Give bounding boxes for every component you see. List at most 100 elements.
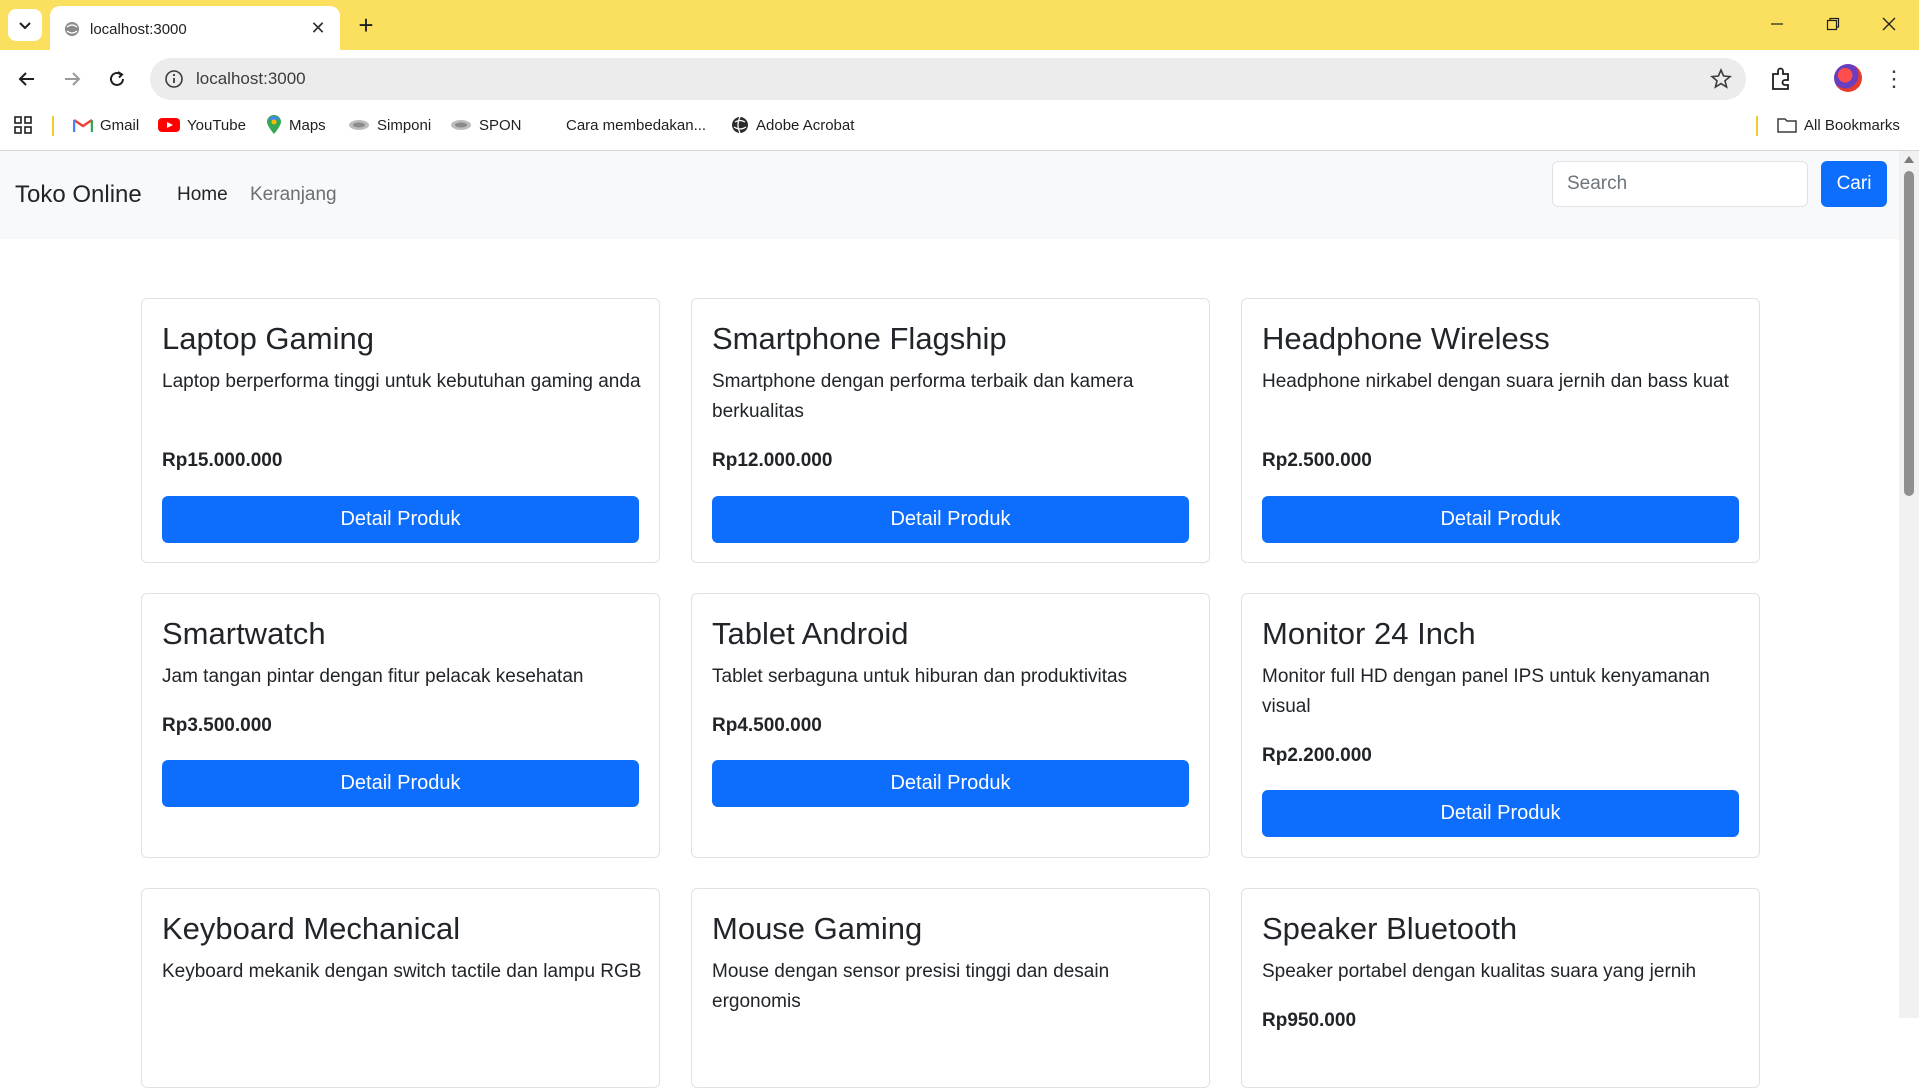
product-price: Rp950.000 xyxy=(1262,1010,1357,1031)
detail-produk-button[interactable]: Detail Produk xyxy=(1262,496,1739,543)
bookmark-label: Cara membedakan... xyxy=(566,116,707,134)
forward-button[interactable] xyxy=(57,64,87,94)
product-title: Monitor 24 Inch xyxy=(1262,616,1476,651)
site-info-icon[interactable] xyxy=(164,69,184,89)
bookmark-separator xyxy=(52,116,54,136)
bookmark-gmail[interactable]: Gmail xyxy=(73,110,139,140)
product-price: Rp15.000.000 xyxy=(162,450,283,471)
scroll-thumb[interactable] xyxy=(1904,171,1914,496)
browser-tab-bar: localhost:3000 ✕ + xyxy=(0,0,1919,50)
product-card: Monitor 24 Inch Monitor full HD dengan p… xyxy=(1241,593,1760,858)
detail-produk-button[interactable]: Detail Produk xyxy=(712,760,1189,807)
product-description: Laptop berperforma tinggi untuk kebutuha… xyxy=(162,371,641,392)
spon-icon xyxy=(451,120,471,130)
product-description: Speaker portabel dengan kualitas suara y… xyxy=(1262,961,1697,982)
bookmark-youtube[interactable]: YouTube xyxy=(158,110,246,140)
detail-produk-button[interactable]: Detail Produk xyxy=(162,496,639,543)
bookmarks-bar: Gmail YouTube Maps Simponi SPON Cara mem… xyxy=(0,110,1919,150)
gmail-icon xyxy=(73,118,93,132)
profile-avatar[interactable] xyxy=(1834,64,1862,92)
product-card: Headphone Wireless Headphone nirkabel de… xyxy=(1241,298,1760,563)
browser-tab[interactable]: localhost:3000 ✕ xyxy=(50,6,340,50)
address-bar[interactable]: localhost:3000 xyxy=(150,58,1746,100)
search-button[interactable]: Cari xyxy=(1821,161,1887,207)
youtube-icon xyxy=(158,118,180,132)
back-button[interactable] xyxy=(12,64,42,94)
detail-produk-button[interactable]: Detail Produk xyxy=(1262,790,1739,837)
bookmark-star-icon[interactable] xyxy=(1710,68,1732,90)
product-title: Headphone Wireless xyxy=(1262,321,1550,356)
brand-logo-text[interactable]: Toko Online xyxy=(15,181,142,209)
product-title: Keyboard Mechanical xyxy=(162,911,461,946)
bookmark-label: SPON xyxy=(479,116,522,134)
tab-search-button[interactable] xyxy=(8,9,42,41)
search-input[interactable] xyxy=(1552,161,1808,207)
product-price: Rp2.500.000 xyxy=(1262,450,1372,471)
reload-button[interactable] xyxy=(102,64,132,94)
product-card: Keyboard Mechanical Keyboard mekanik den… xyxy=(141,888,660,1088)
product-description: Monitor full HD dengan panel IPS untuk k… xyxy=(1262,666,1710,717)
chevron-down-icon xyxy=(19,22,31,30)
extensions-icon[interactable] xyxy=(1766,64,1796,94)
scroll-up-arrow-icon[interactable] xyxy=(1904,156,1914,163)
tab-title: localhost:3000 xyxy=(90,21,187,38)
maps-icon xyxy=(267,115,281,134)
product-card: Mouse Gaming Mouse dengan sensor presisi… xyxy=(691,888,1210,1088)
close-tab-icon[interactable]: ✕ xyxy=(308,18,328,38)
bookmark-cara-membedakan[interactable]: Cara membedakan... xyxy=(566,110,706,140)
bookmark-label: YouTube xyxy=(187,116,246,134)
product-price: Rp12.000.000 xyxy=(712,450,833,471)
browser-menu-icon[interactable]: ⋮ xyxy=(1882,64,1906,94)
product-description: Mouse dengan sensor presisi tinggi dan d… xyxy=(712,961,1110,1012)
bookmark-separator xyxy=(1756,116,1758,136)
product-description: Jam tangan pintar dengan fitur pelacak k… xyxy=(162,666,584,687)
bookmark-label: Simponi xyxy=(377,116,432,134)
product-title: Tablet Android xyxy=(712,616,909,651)
minimize-icon[interactable] xyxy=(1760,10,1794,38)
product-card: Speaker Bluetooth Speaker portabel denga… xyxy=(1241,888,1760,1088)
product-title: Smartwatch xyxy=(162,616,326,651)
simponi-icon xyxy=(349,120,369,130)
detail-produk-button[interactable]: Detail Produk xyxy=(712,496,1189,543)
arrow-right-icon xyxy=(65,72,81,86)
product-title: Mouse Gaming xyxy=(712,911,923,946)
globe-icon xyxy=(732,116,748,134)
folder-icon xyxy=(1777,118,1797,133)
product-description: Headphone nirkabel dengan suara jernih d… xyxy=(1262,371,1729,392)
product-price: Rp2.200.000 xyxy=(1262,745,1372,766)
globe-icon xyxy=(65,22,79,36)
nav-link-home[interactable]: Home xyxy=(177,184,228,206)
product-price: Rp4.500.000 xyxy=(712,715,822,736)
detail-produk-button[interactable]: Detail Produk xyxy=(162,760,639,807)
bookmark-label: Gmail xyxy=(100,116,140,134)
reload-icon xyxy=(110,71,124,86)
product-title: Smartphone Flagship xyxy=(712,321,1007,356)
product-card: Tablet Android Tablet serbaguna untuk hi… xyxy=(691,593,1210,858)
product-price: Rp3.500.000 xyxy=(162,715,272,736)
product-description: Keyboard mekanik dengan switch tactile d… xyxy=(162,961,642,982)
new-tab-button[interactable]: + xyxy=(352,12,380,40)
restore-icon[interactable] xyxy=(1816,10,1850,38)
apps-icon[interactable] xyxy=(14,110,32,140)
bookmark-label: Maps xyxy=(289,116,326,134)
product-card: Smartphone Flagship Smartphone dengan pe… xyxy=(691,298,1210,563)
site-navbar: Toko Online Home Keranjang Cari xyxy=(0,151,1899,239)
product-title: Speaker Bluetooth xyxy=(1262,911,1518,946)
all-bookmarks-label: All Bookmarks xyxy=(1804,116,1900,134)
bookmark-maps[interactable]: Maps xyxy=(266,110,326,140)
product-card: Smartwatch Jam tangan pintar dengan fitu… xyxy=(141,593,660,858)
bookmark-label: Adobe Acrobat xyxy=(756,116,855,134)
product-description: Smartphone dengan performa terbaik dan k… xyxy=(712,371,1134,422)
bookmark-spon[interactable]: SPON xyxy=(450,110,522,140)
close-window-icon[interactable] xyxy=(1872,10,1906,38)
bookmark-adobe-acrobat[interactable]: Adobe Acrobat xyxy=(731,110,854,140)
url-text[interactable]: localhost:3000 xyxy=(196,69,306,89)
product-description: Tablet serbaguna untuk hiburan dan produ… xyxy=(712,666,1128,687)
arrow-left-icon xyxy=(18,72,34,86)
page-scrollbar[interactable] xyxy=(1899,151,1919,1018)
bookmark-simponi[interactable]: Simponi xyxy=(348,110,431,140)
product-title: Laptop Gaming xyxy=(162,321,374,356)
all-bookmarks[interactable]: All Bookmarks xyxy=(1777,110,1900,140)
product-card: Laptop Gaming Laptop berperforma tinggi … xyxy=(141,298,660,563)
nav-link-keranjang[interactable]: Keranjang xyxy=(250,184,337,206)
